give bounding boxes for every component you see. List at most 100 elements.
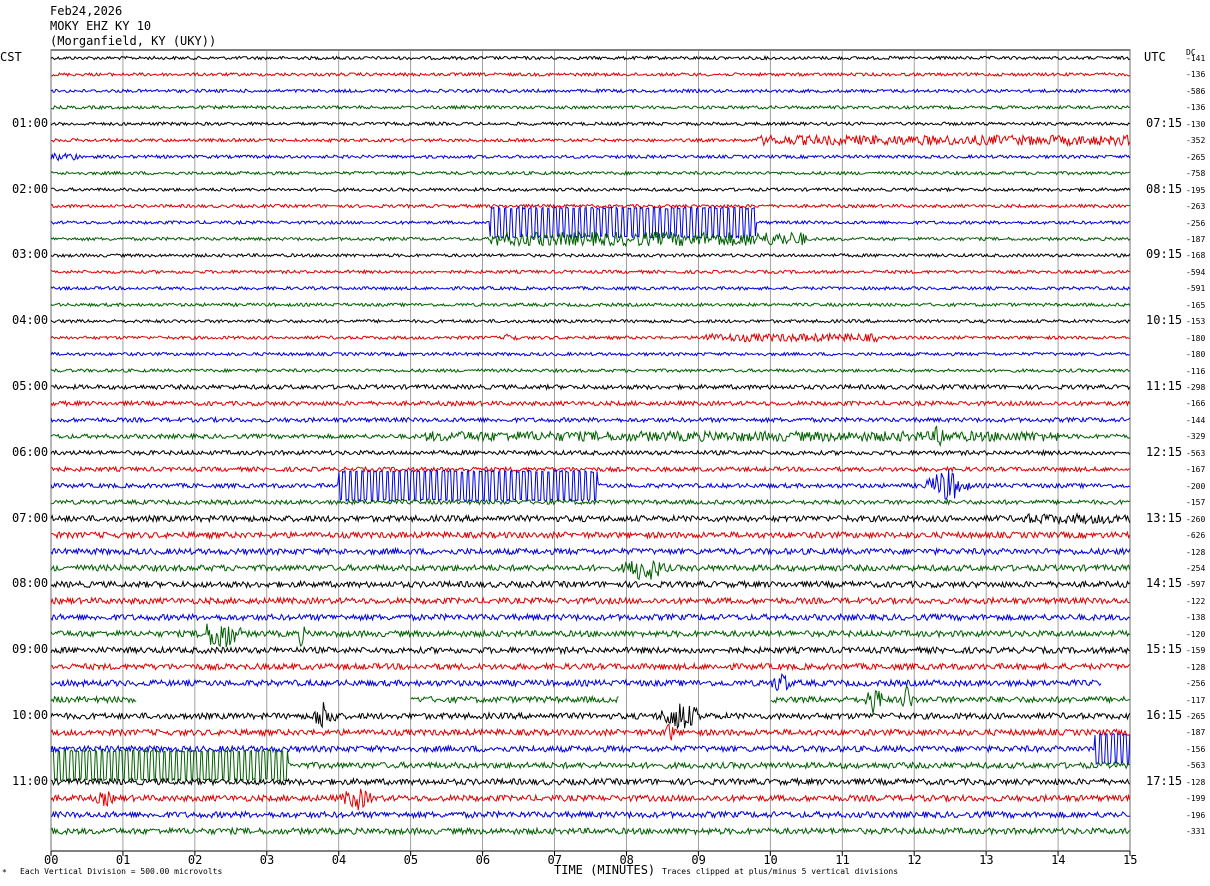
dc-offset-label: -138 <box>1186 613 1206 623</box>
right-hour-label: 07:15 <box>1146 115 1183 130</box>
left-hour-label: 03:00 <box>12 247 49 262</box>
x-tick-label: 09 <box>691 853 706 867</box>
dc-offset-label: -128 <box>1186 662 1206 672</box>
x-tick-label: 05 <box>403 853 419 867</box>
dc-offset-label: -180 <box>1186 350 1206 360</box>
dc-offset-label: -329 <box>1186 432 1206 442</box>
trace-row-18 <box>50 351 1130 357</box>
x-tick-label: 00 <box>44 853 59 867</box>
trace-row-0 <box>50 55 1131 61</box>
trace-row-15 <box>50 301 1131 308</box>
dc-offset-label: -166 <box>1186 399 1206 409</box>
right-hour-label: 16:15 <box>1146 708 1183 722</box>
dc-offset-label: -265 <box>1186 152 1206 162</box>
dc-offset-label: -594 <box>1186 267 1206 277</box>
trace-row-2 <box>50 88 1131 94</box>
dc-offset-label: -180 <box>1186 333 1206 343</box>
trace-row-29 <box>51 530 1131 540</box>
trace-row-3 <box>50 104 1130 111</box>
dc-offset-label: -591 <box>1186 284 1206 294</box>
dc-offset-label: -168 <box>1186 251 1206 261</box>
trace-row-32 <box>50 579 1131 590</box>
dc-offset-label: -117 <box>1186 695 1206 705</box>
trace-row-5 <box>50 133 1131 147</box>
trace-row-17 <box>50 331 1130 343</box>
left-hour-label: 05:00 <box>12 379 49 393</box>
trace-row-23 <box>50 425 1131 448</box>
dc-offset-label: -122 <box>1186 596 1206 606</box>
x-tick-label: 01 <box>115 853 131 867</box>
dc-offset-label: -128 <box>1186 777 1206 787</box>
trace-row-33 <box>50 595 1130 606</box>
dc-offset-label: -141 <box>1186 54 1206 63</box>
dc-offset-label: -165 <box>1186 300 1206 310</box>
trace-row-1 <box>50 71 1131 78</box>
right-hour-label: 13:15 <box>1146 510 1183 525</box>
trace-row-44 <box>50 776 1131 787</box>
trace-row-41 <box>50 723 1131 741</box>
trace-row-39 <box>50 684 1130 714</box>
dc-offset-label: -256 <box>1186 679 1206 689</box>
dc-offset-label: -597 <box>1186 580 1206 590</box>
dc-offset-label: -153 <box>1186 317 1206 327</box>
trace-row-28 <box>50 512 1131 526</box>
dc-offset-label: -758 <box>1186 169 1206 179</box>
dc-offset-label: -563 <box>1186 448 1206 458</box>
x-axis-label: TIME (MINUTES) <box>554 863 656 877</box>
dc-offset-label: -187 <box>1186 728 1206 738</box>
trace-row-21 <box>50 399 1131 408</box>
trace-row-7 <box>50 170 1131 177</box>
trace-row-19 <box>50 367 1130 374</box>
left-hour-label: 10:00 <box>12 708 49 722</box>
x-tick-label: 02 <box>187 853 203 867</box>
right-hour-label: 14:15 <box>1146 576 1183 591</box>
left-hour-label: 07:00 <box>12 510 49 525</box>
trace-row-27 <box>50 498 1131 506</box>
dc-offset-label: -265 <box>1186 712 1206 721</box>
trace-row-16 <box>50 318 1131 324</box>
dc-offset-label: -298 <box>1186 383 1206 392</box>
trace-row-13 <box>50 268 1130 275</box>
right-hour-label: 12:15 <box>1146 444 1183 459</box>
trace-row-14 <box>50 285 1131 292</box>
left-hour-label: 04:00 <box>12 313 49 328</box>
dc-offset-label: -187 <box>1186 234 1206 244</box>
dc-offset-label: -331 <box>1186 827 1206 837</box>
dc-offset-label: -256 <box>1186 218 1206 228</box>
dc-offset-label: -352 <box>1186 136 1206 146</box>
x-tick-label: 11 <box>835 853 850 867</box>
x-tick-label: 06 <box>475 853 491 867</box>
dc-offset-label: -263 <box>1186 202 1206 212</box>
trace-row-8 <box>50 186 1131 193</box>
trace-row-31 <box>50 560 1131 581</box>
dc-offset-label: -156 <box>1186 744 1206 754</box>
trace-row-30 <box>50 546 1131 557</box>
dc-offset-label: -196 <box>1186 810 1206 820</box>
trace-row-10 <box>50 205 1130 240</box>
left-hour-label: 11:00 <box>12 773 49 788</box>
trace-row-38 <box>50 673 1102 692</box>
dc-offset-label: -167 <box>1186 465 1206 475</box>
trace-row-22 <box>50 415 1131 424</box>
trace-row-45 <box>50 788 1131 811</box>
trace-row-6 <box>50 152 1131 162</box>
trace-row-46 <box>50 809 1130 820</box>
dc-offset-label: -136 <box>1186 70 1206 80</box>
trace-row-9 <box>50 203 1130 209</box>
trace-row-37 <box>50 661 1131 672</box>
right-hour-label: 09:15 <box>1146 247 1183 262</box>
left-hour-label: 02:00 <box>12 181 49 196</box>
x-tick-label: 14 <box>1051 853 1066 867</box>
dc-offset-label: -586 <box>1186 86 1206 96</box>
x-tick-label: 13 <box>979 853 994 867</box>
trace-row-35 <box>50 623 1131 648</box>
dc-offset-label: -157 <box>1186 498 1206 508</box>
trace-row-34 <box>50 612 1131 623</box>
right-hour-label: 10:15 <box>1146 313 1183 328</box>
trace-row-25 <box>50 465 1131 474</box>
trace-row-12 <box>50 252 1131 259</box>
trace-row-47 <box>50 826 1131 837</box>
dc-offset-label: -144 <box>1186 415 1206 425</box>
dc-offset-label: -116 <box>1186 366 1206 376</box>
trace-row-24 <box>50 448 1131 457</box>
